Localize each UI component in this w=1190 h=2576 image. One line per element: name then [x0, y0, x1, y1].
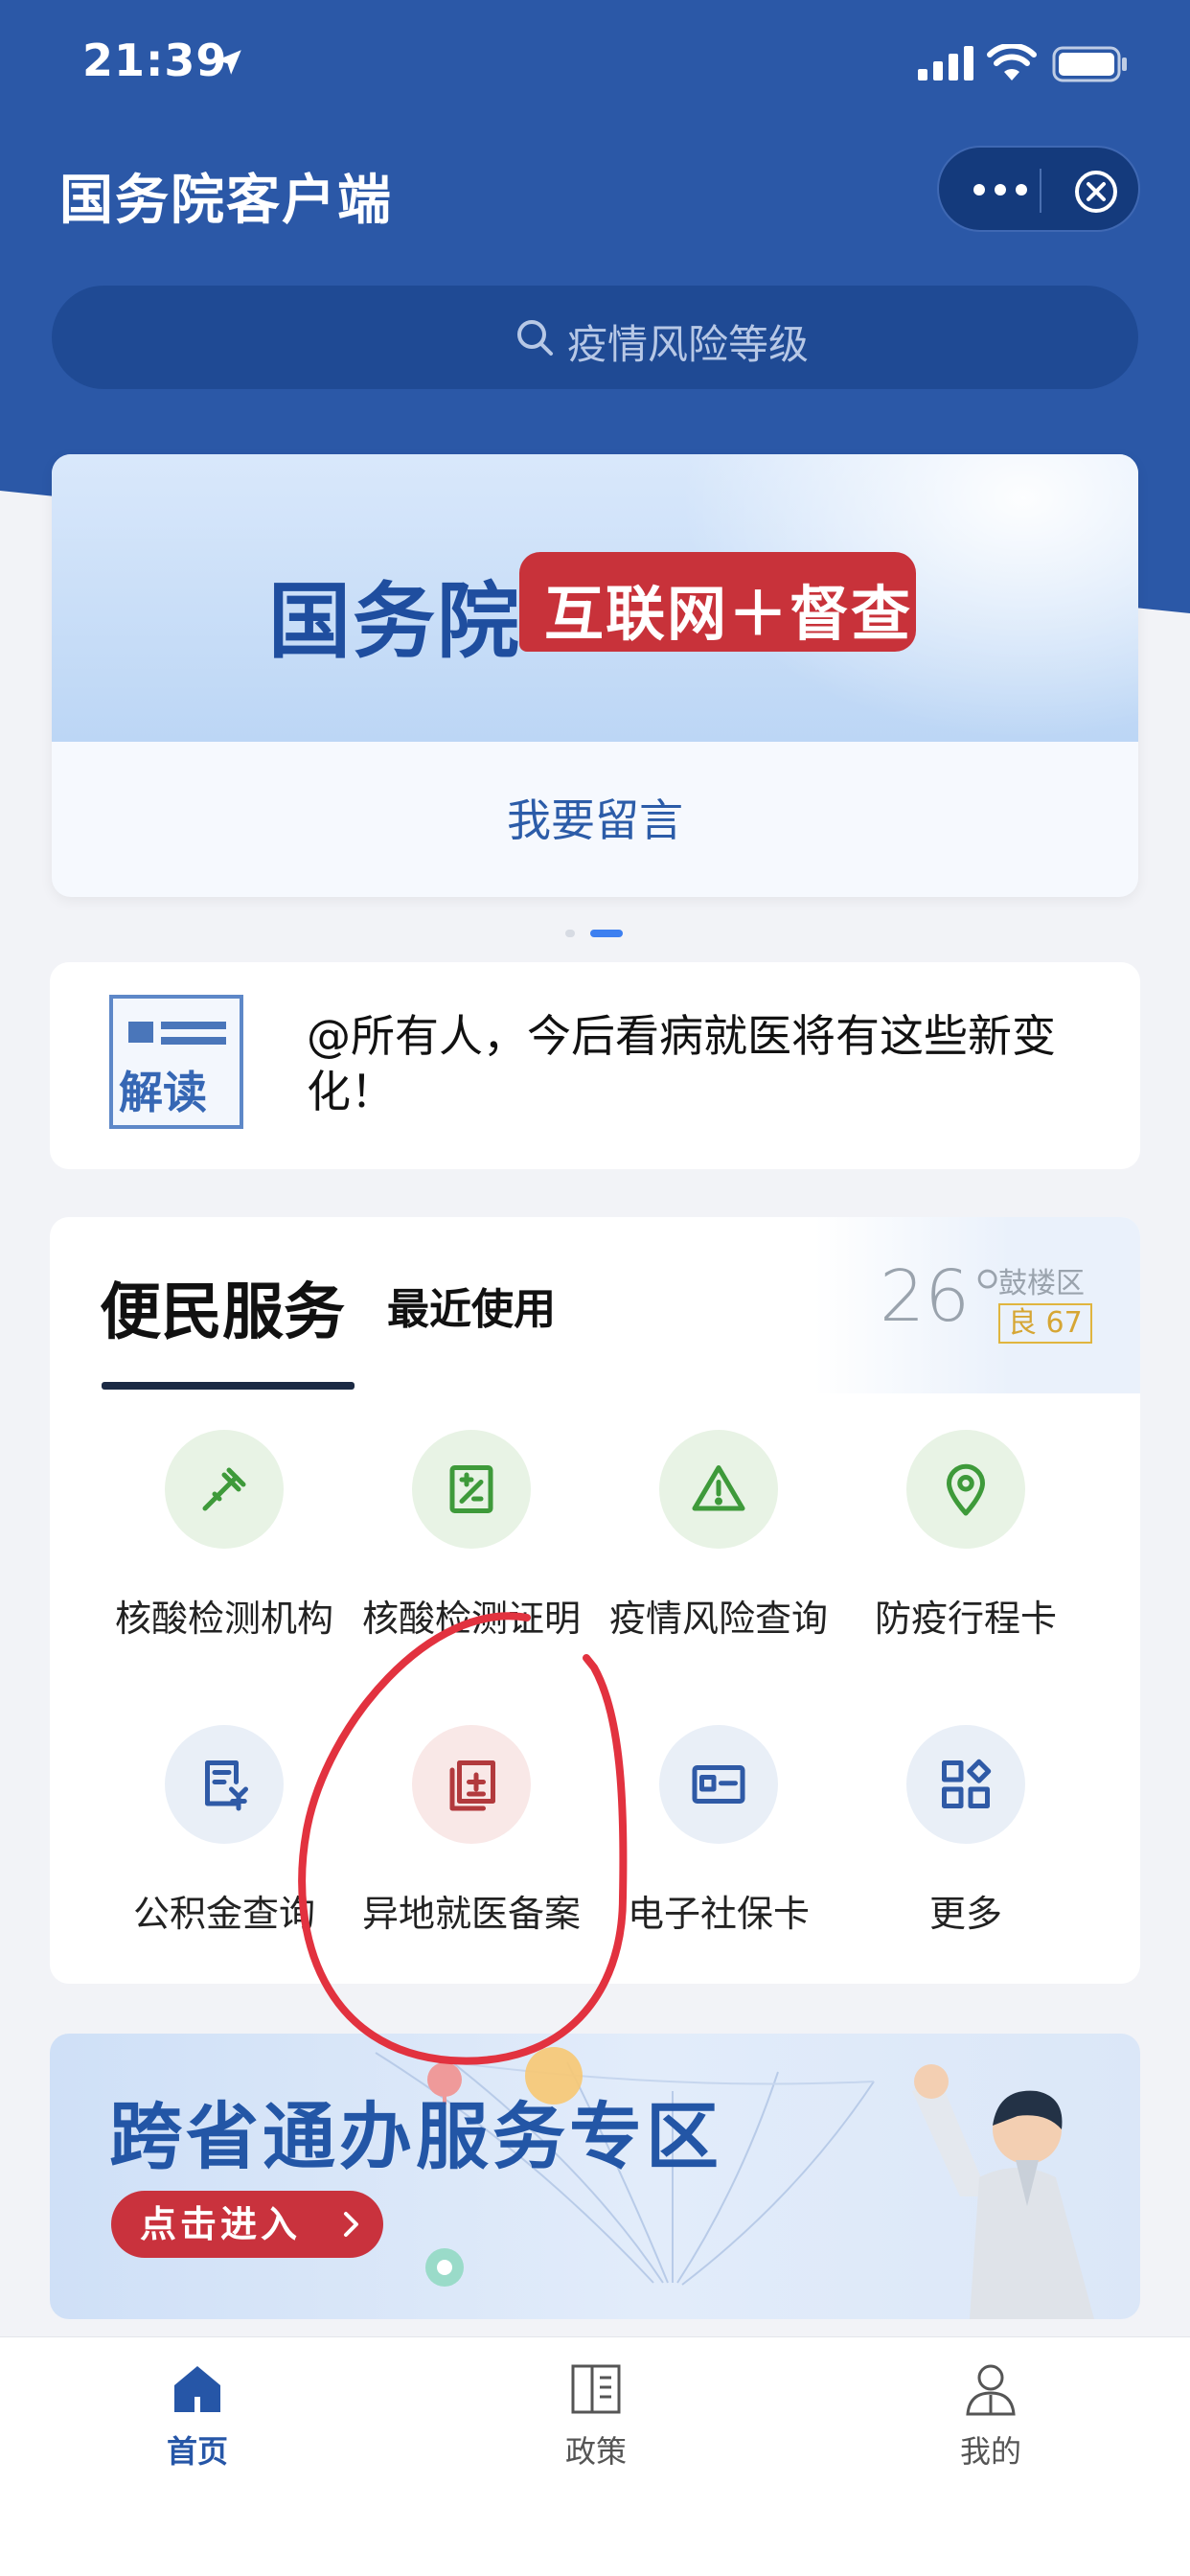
air-quality-badge: 良 67 — [998, 1303, 1092, 1344]
id-card-icon — [692, 1765, 745, 1804]
service-label: 防疫行程卡 — [874, 1598, 1057, 1640]
service-label: 更多 — [928, 1893, 1002, 1935]
service-icon-bg — [165, 1430, 284, 1549]
home-icon — [174, 2366, 220, 2412]
wifi-icon — [987, 44, 1037, 80]
location-pin-icon — [947, 1463, 985, 1516]
capsule-divider — [1040, 169, 1041, 213]
banner-headline: 国务院 — [268, 574, 521, 670]
service-icon-bg — [165, 1725, 284, 1844]
bottom-tab-bar: 首页 政策 我的 — [0, 2336, 1190, 2576]
status-time: 21:39 — [82, 34, 228, 86]
search-bar[interactable]: 疫情风险等级 — [52, 286, 1138, 389]
tab-active-indicator — [102, 1382, 355, 1390]
weather-temperature: 26° — [880, 1255, 1006, 1338]
tab-home[interactable]: 首页 — [130, 2360, 264, 2475]
close-icon[interactable] — [1073, 169, 1119, 215]
chevron-right-icon — [344, 2212, 358, 2237]
cross-province-banner[interactable]: 跨省通办服务专区 点击进入 — [50, 2034, 1140, 2319]
carousel-dot-active — [590, 930, 623, 937]
certificate-icon — [449, 1465, 493, 1513]
service-icon-bg — [659, 1430, 778, 1549]
service-icon-bg — [906, 1725, 1025, 1844]
banner-carousel[interactable]: 国务院 互联网＋督查 我要留言 — [52, 454, 1138, 897]
banner-message[interactable]: 我要留言 — [52, 786, 1138, 849]
user-icon — [966, 2364, 1016, 2416]
weather-district: 鼓楼区 — [998, 1267, 1085, 1300]
tab-policy-label: 政策 — [564, 2433, 627, 2470]
location-arrow-icon — [217, 50, 241, 75]
news-card[interactable]: 解读 @所有人，今后看病就医将有这些新变化！ — [50, 962, 1140, 1169]
tab-mine-label: 我的 — [959, 2433, 1021, 2470]
service-icon-bg — [659, 1725, 778, 1844]
service-more[interactable]: 更多 — [843, 1725, 1088, 1984]
promo-title: 跨省通办服务专区 — [109, 2094, 722, 2179]
tab-home-label: 首页 — [166, 2433, 228, 2470]
warning-icon — [692, 1465, 745, 1511]
interpretation-icon-text: 解读 — [119, 1067, 207, 1118]
app-title: 国务院客户端 — [59, 170, 393, 232]
fund-document-icon — [205, 1760, 248, 1811]
tab-recently-used[interactable]: 最近使用 — [387, 1275, 556, 1336]
search-placeholder: 疫情风险等级 — [567, 321, 810, 368]
book-icon — [571, 2364, 621, 2414]
search-icon — [517, 320, 553, 356]
tab-policy[interactable]: 政策 — [529, 2360, 663, 2475]
interpretation-icon: 解读 — [109, 995, 243, 1129]
news-title[interactable]: @所有人，今后看病就医将有这些新变化！ — [307, 1008, 1102, 1119]
dropper-icon — [202, 1467, 246, 1511]
tab-convenience-services[interactable]: 便民服务 — [100, 1263, 345, 1351]
tab-mine[interactable]: 我的 — [924, 2360, 1058, 2475]
service-travel-card[interactable]: 防疫行程卡 — [843, 1430, 1088, 1689]
person-illustration — [912, 2064, 1094, 2319]
signal-icon — [918, 46, 973, 80]
enter-button-label: 点击进入 — [140, 2203, 302, 2245]
enter-button[interactable]: 点击进入 — [111, 2191, 383, 2258]
battery-icon — [1052, 46, 1127, 82]
service-icon-bg — [412, 1430, 531, 1549]
red-annotation-circle — [298, 1612, 628, 2065]
banner-tag: 互联网＋督查 — [519, 552, 916, 652]
carousel-dot — [565, 930, 575, 937]
mini-program-capsule — [937, 146, 1140, 232]
carousel-indicator — [565, 930, 623, 939]
more-dots-icon[interactable] — [972, 182, 1029, 197]
status-bar: 21:39 — [0, 0, 1190, 125]
service-icon-bg — [906, 1430, 1025, 1549]
more-grid-icon — [942, 1759, 992, 1808]
banner-tag-text: 互联网＋督查 — [544, 579, 913, 649]
